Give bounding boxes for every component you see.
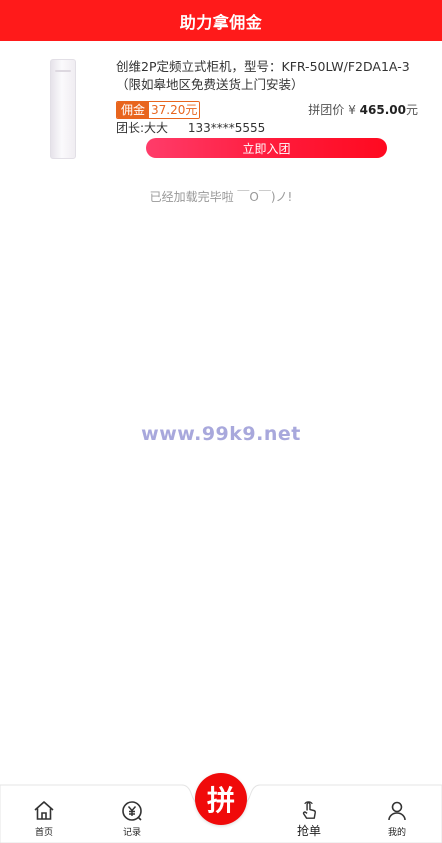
tab-record[interactable]: 记录 [102,799,162,839]
group-leader: 团长:大大 133****5555 [116,120,265,136]
user-icon [388,801,406,821]
record-icon [122,801,142,821]
product-card[interactable]: 创维2P定频立式柜机，型号：KFR-50LW/F2DA1A-3（限如皋地区免费送… [0,41,442,171]
tab-home-label: 首页 [34,828,53,838]
commission-value: 37.20元 [149,102,200,118]
leader-name: 团长:大大 [116,121,169,135]
join-group-button[interactable]: 立即入团 [146,138,387,158]
group-price-amount: 465.00 [359,103,406,117]
leader-phone: 133****5555 [187,121,266,135]
page-title: 助力拿佣金 [179,12,263,32]
currency-symbol: ¥ [348,103,356,117]
price-row: 佣金 37.20元 拼团价 ¥ 465.00元 [116,101,418,119]
pin-center-label: 拼 [206,784,235,817]
group-price-label: 拼团价 [308,103,345,117]
tab-grab-order-label: 抢单 [296,824,321,838]
commission-label: 佣金 [117,102,150,118]
group-price: 拼团价 ¥ 465.00元 [308,101,418,119]
tab-grab-order[interactable]: 抢单 [279,799,339,839]
tab-mine-label: 我的 [387,828,406,838]
loaded-status: 已经加载完毕啦 ￣O￣)ノ! [149,190,293,204]
tap-hand-icon [302,801,316,819]
page-header: 助力拿佣金 [0,0,442,41]
pin-center-button[interactable]: 拼 [195,773,247,825]
commission-badge: 佣金 37.20元 [116,101,201,119]
air-conditioner-image[interactable] [50,59,76,159]
tab-mine[interactable]: 我的 [367,799,427,839]
home-icon [34,801,54,820]
product-title[interactable]: 创维2P定频立式柜机，型号：KFR-50LW/F2DA1A-3（限如皋地区免费送… [116,58,416,94]
tab-record-label: 记录 [122,828,141,838]
group-price-unit: 元 [405,103,418,117]
watermark: www.99k9.net [141,423,301,445]
tab-home[interactable]: 首页 [14,799,74,839]
